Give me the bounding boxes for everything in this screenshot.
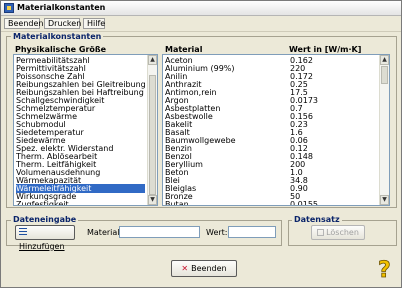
title-bar: Materialkonstanten	[1, 1, 401, 16]
datensatz-title: Datensatz	[292, 215, 342, 224]
app-icon	[4, 3, 14, 13]
add-button-label: Hinzufügen	[19, 242, 65, 251]
scroll-thumb[interactable]	[381, 66, 388, 84]
wert-label: Wert:	[206, 228, 228, 237]
menu-hilfe[interactable]: Hilfe	[83, 18, 105, 29]
property-list-item[interactable]: Zugfestigkeit	[16, 200, 145, 205]
wert-input[interactable]	[228, 226, 276, 238]
material-header: Material	[165, 45, 203, 54]
material-label: Material:	[87, 228, 123, 237]
value-header: Wert in [W/m·K]	[289, 45, 362, 54]
add-button[interactable]: Hinzufügen	[15, 225, 75, 251]
material-value-cell[interactable]: 0.0155	[290, 200, 318, 205]
menu-bar: Beenden Drucken Hilfe	[1, 16, 401, 32]
delete-icon	[317, 229, 325, 236]
delete-button[interactable]: Löschen	[311, 225, 365, 240]
materialkonstanten-title: Materialkonstanten	[11, 32, 104, 41]
window-title: Materialkonstanten	[17, 3, 106, 12]
scroll-thumb[interactable]	[149, 75, 156, 195]
scroll-up-arrow-icon[interactable]: ▲	[380, 55, 389, 65]
beenden-button-label: Beenden	[191, 264, 227, 273]
beenden-button[interactable]: ✕ Beenden	[171, 260, 237, 277]
materials-list[interactable]: Aceton 0.162 Aluminium (99%) 220 Anilin 0.172…	[162, 54, 390, 206]
material-name-cell[interactable]: Butan	[165, 200, 189, 205]
properties-scrollbar[interactable]: ▲ ▼	[147, 55, 157, 205]
menu-drucken[interactable]: Drucken	[44, 18, 81, 29]
svg-text:?: ?	[378, 258, 391, 281]
scroll-up-arrow-icon[interactable]: ▲	[148, 55, 157, 65]
materials-scrollbar[interactable]: ▲ ▼	[379, 55, 389, 205]
properties-list[interactable]: Permeabilitätszahl Permittivitätszahl Pois…	[13, 54, 158, 206]
dateneingabe-title: Dateneingabe	[11, 215, 79, 224]
delete-button-label: Löschen	[326, 228, 359, 237]
help-icon[interactable]: ?	[374, 255, 398, 284]
menu-beenden[interactable]: Beenden	[4, 18, 43, 29]
scroll-down-arrow-icon[interactable]: ▼	[380, 195, 389, 205]
properties-header: Physikalische Größe	[15, 45, 107, 54]
app-window: Materialkonstanten Beenden Drucken Hilfe…	[0, 0, 402, 288]
close-x-icon: ✕	[181, 264, 189, 273]
add-list-icon	[19, 228, 27, 236]
scroll-down-arrow-icon[interactable]: ▼	[148, 195, 157, 205]
material-input[interactable]	[119, 226, 200, 238]
